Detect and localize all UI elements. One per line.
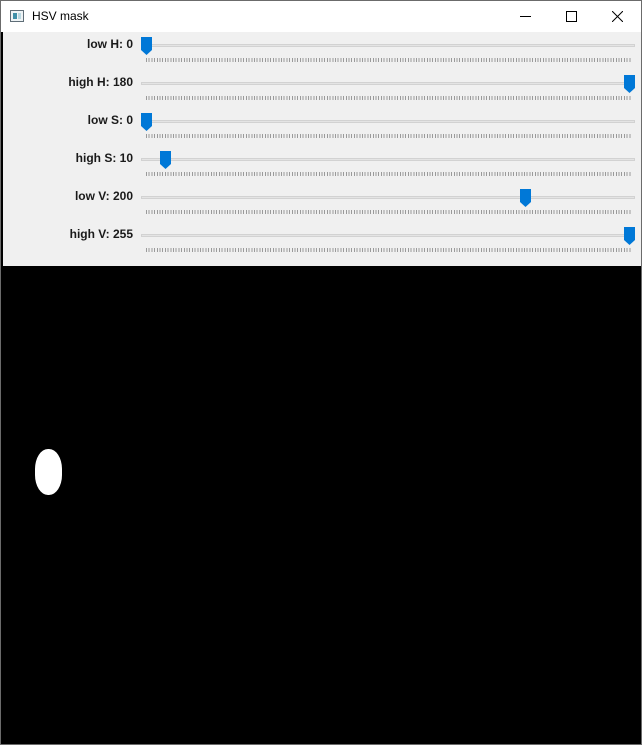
slider-thumb[interactable] [141,113,152,131]
slider-track[interactable] [141,234,635,237]
trackbar-label: low V: 200 [74,189,133,203]
title-bar[interactable]: HSV mask [1,1,641,32]
maximize-icon [566,11,577,22]
trackbar-label: high S: 10 [75,151,133,165]
slider-thumb[interactable] [624,75,635,93]
window-title: HSV mask [32,9,89,23]
trackbar-low-s: low S: 0 [3,108,641,146]
maximize-button[interactable] [549,1,595,32]
trackbar-label: high V: 255 [69,227,133,241]
tick-marks [146,134,631,138]
tick-marks [146,172,631,176]
trackbar-low-h: low H: 0 [3,32,641,70]
close-button[interactable] [595,1,641,32]
app-window-icon [10,10,24,22]
slider-thumb[interactable] [519,189,531,207]
slider-track[interactable] [141,44,635,47]
tick-marks [146,210,631,214]
trackbar-high-s: high S: 10 [3,146,641,184]
slider-track[interactable] [141,82,635,85]
tick-marks [146,58,631,62]
slider-thumb[interactable] [159,151,171,169]
trackbar-panel: low H: 0 high H: 180 low S: 0 high S: 10… [3,32,641,266]
minimize-icon [520,16,531,17]
close-icon [612,11,623,22]
trackbar-label: low H: 0 [86,37,133,51]
mask-image [3,266,641,744]
trackbar-label: high H: 180 [68,75,133,89]
slider-thumb[interactable] [624,227,635,245]
trackbar-high-h: high H: 180 [3,70,641,108]
slider-thumb[interactable] [141,37,152,55]
mask-white-region [35,449,62,495]
tick-marks [146,96,631,100]
slider-track[interactable] [141,120,635,123]
slider-track[interactable] [141,158,635,161]
trackbar-label: low S: 0 [87,113,133,127]
tick-marks [146,248,631,252]
minimize-button[interactable] [503,1,549,32]
slider-track[interactable] [141,196,635,199]
trackbar-high-v: high V: 255 [3,222,641,260]
trackbar-low-v: low V: 200 [3,184,641,222]
hsv-mask-window: HSV mask low H: 0 high H: 180 low S: 0 h… [0,0,642,745]
